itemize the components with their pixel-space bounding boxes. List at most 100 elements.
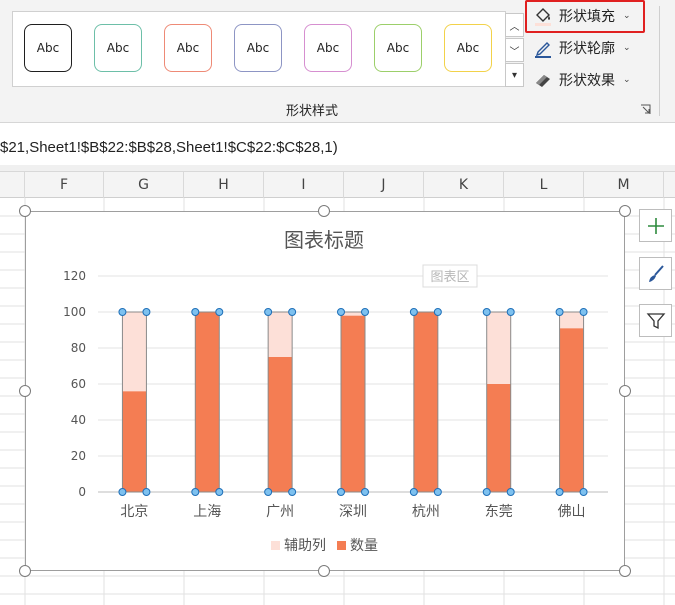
bar-quantity[interactable]: [268, 357, 293, 492]
resize-handle[interactable]: [318, 565, 330, 577]
series-selection-handle[interactable]: [579, 488, 588, 496]
gallery-scroll-down-button[interactable]: ﹀: [505, 38, 524, 62]
series-selection-handle[interactable]: [191, 488, 200, 496]
x-tick-label: 北京: [120, 504, 148, 520]
bar-quantity[interactable]: [122, 391, 147, 492]
shape-outline-button[interactable]: 形状轮廓 ⌄: [533, 36, 631, 60]
series-selection-handle[interactable]: [337, 488, 345, 496]
series-selection-handle[interactable]: [142, 488, 151, 496]
series-selection-handle[interactable]: [264, 308, 273, 316]
x-tick-label: 广州: [266, 504, 294, 520]
shape-style-preset[interactable]: Abc: [164, 24, 212, 72]
series-selection-handle[interactable]: [215, 488, 224, 496]
formula-text[interactable]: $21,Sheet1!$B$22:$B$28,Sheet1!$C$22:$C$2…: [0, 139, 338, 156]
series-selection-handle[interactable]: [433, 308, 442, 316]
gallery-more-button[interactable]: ▾: [505, 63, 524, 87]
series-selection-handle[interactable]: [409, 308, 418, 316]
resize-handle[interactable]: [318, 205, 330, 217]
brush-icon: [648, 264, 664, 282]
legend-label[interactable]: 数量: [350, 538, 378, 554]
resize-handle[interactable]: [19, 385, 31, 397]
series-selection-handle[interactable]: [361, 308, 369, 316]
series-selection-handle[interactable]: [215, 308, 224, 316]
gallery-scroll-up-button[interactable]: ︿: [505, 13, 524, 37]
series-selection-handle[interactable]: [337, 308, 345, 316]
shape-style-preset[interactable]: Abc: [234, 24, 282, 72]
pen-icon: [535, 42, 551, 58]
y-tick-label: 60: [71, 377, 86, 391]
bar-helper[interactable]: [486, 312, 511, 384]
filter-icon: [646, 312, 665, 329]
shape-effects-button[interactable]: 形状效果 ⌄: [533, 68, 631, 92]
shape-style-preset[interactable]: Abc: [374, 24, 422, 72]
ribbon-separator: [659, 6, 660, 116]
resize-handle[interactable]: [19, 565, 31, 577]
series-selection-handle[interactable]: [361, 488, 369, 496]
column-header[interactable]: L: [504, 172, 584, 198]
bar-helper[interactable]: [122, 312, 147, 392]
column-header[interactable]: J: [344, 172, 424, 198]
bar-helper[interactable]: [559, 312, 584, 329]
shape-fill-highlight: [525, 0, 645, 33]
chart-filters-button[interactable]: [639, 304, 672, 337]
column-header[interactable]: H: [184, 172, 264, 198]
x-tick-label: 杭州: [412, 504, 440, 520]
series-selection-handle[interactable]: [482, 488, 491, 496]
column-header[interactable]: I: [264, 172, 344, 198]
series-selection-handle[interactable]: [506, 308, 515, 316]
chart-area-tooltip-text: 图表区: [430, 270, 469, 285]
bar-quantity[interactable]: [195, 312, 220, 492]
series-selection-handle[interactable]: [433, 488, 442, 496]
chart-area[interactable]: 图表标题 0 20 40 60 80 100 120 北京 上海 广州 深圳 杭州 东莞 佛山 辅助列 数量 图表…: [25, 211, 625, 571]
bar-quantity[interactable]: [413, 312, 438, 492]
column-header-edge: [0, 172, 25, 198]
series-selection-handle[interactable]: [482, 308, 491, 316]
series-selection-handle[interactable]: [555, 308, 564, 316]
column-header[interactable]: G: [104, 172, 184, 198]
dialog-launcher-icon[interactable]: [640, 104, 651, 115]
column-header[interactable]: F: [25, 172, 104, 198]
series-selection-handle[interactable]: [409, 488, 418, 496]
series-selection-handle[interactable]: [142, 308, 151, 316]
series-selection-handle[interactable]: [555, 488, 564, 496]
resize-handle[interactable]: [619, 205, 631, 217]
resize-handle[interactable]: [19, 205, 31, 217]
column-header[interactable]: M: [584, 172, 664, 198]
series-selection-handle[interactable]: [288, 488, 297, 496]
column-header[interactable]: K: [424, 172, 504, 198]
shape-style-preset[interactable]: Abc: [94, 24, 142, 72]
y-tick-label: 100: [63, 305, 86, 319]
chevron-down-icon: ⌄: [623, 43, 631, 53]
bar-helper[interactable]: [268, 312, 293, 357]
formula-separator: [0, 165, 675, 172]
series-selection-handle[interactable]: [118, 308, 127, 316]
y-tick-label: 0: [78, 485, 86, 499]
chevron-down-icon: ⌄: [623, 75, 631, 85]
series-selection-handle[interactable]: [118, 488, 127, 496]
shape-effects-label: 形状效果: [559, 73, 615, 89]
chart-title[interactable]: 图表标题: [284, 228, 364, 252]
x-tick-label: 东莞: [485, 504, 513, 520]
chart-elements-button[interactable]: [639, 209, 672, 242]
chevron-up-icon: ︿: [509, 21, 520, 33]
y-tick-label: 20: [71, 449, 86, 463]
bar-quantity[interactable]: [341, 315, 365, 492]
series-selection-handle[interactable]: [506, 488, 515, 496]
series-selection-handle[interactable]: [288, 308, 297, 316]
series-selection-handle[interactable]: [191, 308, 200, 316]
shape-style-preset[interactable]: Abc: [304, 24, 352, 72]
resize-handle[interactable]: [619, 565, 631, 577]
series-selection-handle[interactable]: [264, 488, 273, 496]
x-tick-label: 佛山: [558, 504, 586, 520]
formula-bar[interactable]: $21,Sheet1!$B$22:$B$28,Sheet1!$C$22:$C$2…: [0, 123, 675, 171]
legend-label[interactable]: 辅助列: [284, 538, 326, 554]
series-selection-handle[interactable]: [579, 308, 588, 316]
y-tick-label: 40: [71, 413, 86, 427]
resize-handle[interactable]: [619, 385, 631, 397]
bar-quantity[interactable]: [486, 384, 511, 492]
shape-style-preset[interactable]: Abc: [24, 24, 72, 72]
bar-quantity[interactable]: [559, 328, 584, 492]
chart-svg: 图表标题 0 20 40 60 80 100 120 北京 上海 广州 深圳 杭州 东莞 佛山辅助列 数量 图表…: [63, 228, 608, 554]
shape-style-preset[interactable]: Abc: [444, 24, 492, 72]
chart-styles-button[interactable]: [639, 257, 672, 290]
